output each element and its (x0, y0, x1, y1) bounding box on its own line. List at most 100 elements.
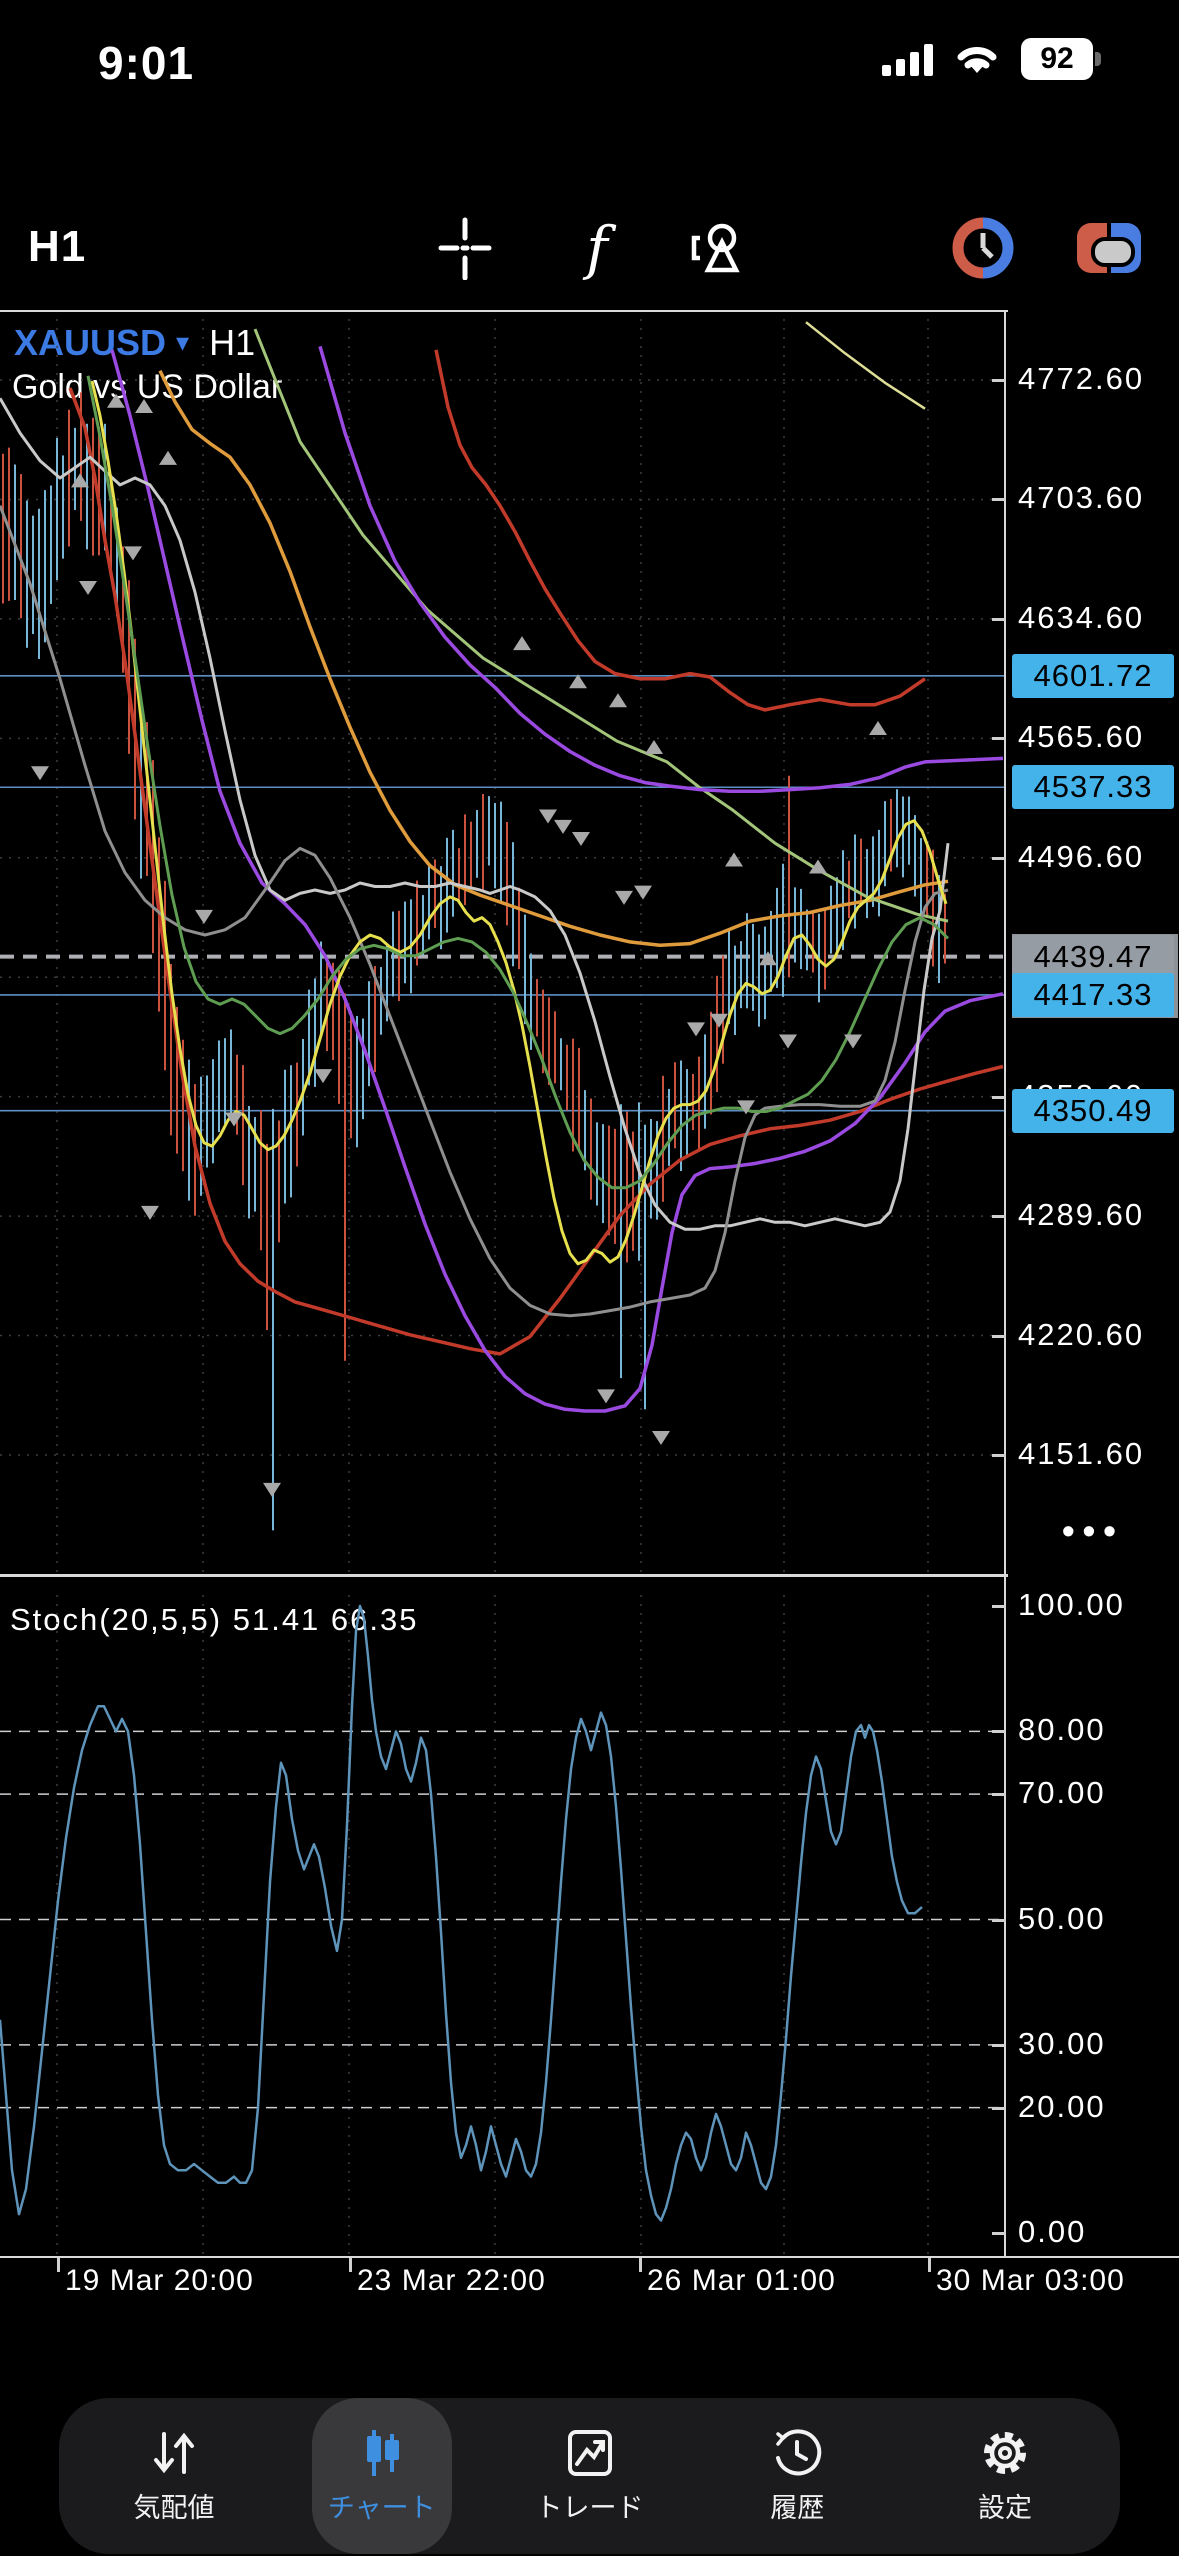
price-axis-tick (992, 737, 1006, 740)
price-axis-tick (992, 498, 1006, 501)
axis-more-dots[interactable]: ••• (1062, 1510, 1124, 1552)
time-axis-tick (57, 2258, 60, 2272)
bottom-tab-bar: 気配値 チャート トレード 履歴 (59, 2398, 1120, 2554)
chart-border-top (0, 310, 1008, 312)
price-axis-label: 4772.60 (1018, 361, 1144, 397)
tab-settings[interactable]: 設定 (920, 2398, 1090, 2554)
stoch-axis-label: 100.00 (1018, 1587, 1125, 1623)
settings-gear-icon (979, 2428, 1031, 2478)
wifi-icon (951, 39, 1003, 79)
stoch-axis-label: 80.00 (1018, 1712, 1106, 1748)
stoch-axis-tick (992, 2232, 1006, 2235)
clock: 9:01 (98, 36, 194, 90)
price-axis-label: 4565.60 (1018, 719, 1144, 755)
fractal-down-icon (779, 1035, 797, 1049)
stoch-axis-tick (992, 1793, 1006, 1796)
chart-region: 9:01 92 H1 f (0, 0, 1179, 2556)
status-bar: 9:01 92 (0, 28, 1179, 92)
stoch-axis-tick (992, 1919, 1006, 1922)
tab-quotes-label: 気配値 (134, 2486, 215, 2525)
trade-chart-icon (564, 2428, 616, 2478)
fractal-down-icon (554, 820, 572, 834)
indicator-line-ma-gray-b (0, 506, 948, 1316)
stoch-axis-tick (992, 2044, 1006, 2047)
tab-chart-label: チャート (328, 2486, 436, 2525)
indicator-line-ma-yellow-fast (92, 381, 946, 1264)
trade-panel-icon[interactable] (1075, 214, 1143, 282)
stoch-axis-label: 30.00 (1018, 2026, 1106, 2062)
time-axis-label: 30 Mar 03:00 (936, 2264, 1125, 2298)
fractal-up-icon (135, 399, 153, 413)
main-chart-canvas[interactable] (0, 310, 1006, 1575)
fractal-down-icon (597, 1389, 615, 1403)
indicator-line-band-pale-yellow-upper (806, 322, 925, 409)
stoch-axis-label: 20.00 (1018, 2089, 1106, 2125)
tab-history[interactable]: 履歴 (712, 2398, 882, 2554)
fractal-up-icon (159, 451, 177, 465)
time-axis-label: 19 Mar 20:00 (65, 2264, 254, 2298)
tab-settings-label: 設定 (978, 2486, 1032, 2525)
stochastic-line (0, 1606, 922, 2221)
stoch-axis-tick (992, 1730, 1006, 1733)
indicator-line-band-red-lower (70, 388, 1003, 1354)
stoch-axis-label: 70.00 (1018, 1775, 1106, 1811)
tab-trade[interactable]: トレード (505, 2398, 675, 2554)
fractal-down-icon (79, 581, 97, 595)
time-axis-tick (928, 2258, 931, 2272)
fractal-down-icon (141, 1206, 159, 1220)
stoch-axis-tick (992, 2107, 1006, 2110)
time-axis-label: 23 Mar 22:00 (357, 2264, 546, 2298)
fractal-down-icon (195, 910, 213, 924)
stoch-axis-tick (992, 1605, 1006, 1608)
stoch-axis-label: 0.00 (1018, 2214, 1086, 2250)
crosshair-icon[interactable] (431, 214, 499, 282)
indicator-line-ma-orange (160, 371, 948, 946)
price-chip-4601.72: 4601.72 (1012, 654, 1174, 698)
price-axis-label: 4289.60 (1018, 1197, 1144, 1233)
fractal-up-icon (513, 636, 531, 650)
tab-chart[interactable]: チャート (297, 2398, 467, 2554)
timeframe-button[interactable]: H1 (28, 222, 86, 272)
price-axis-tick (992, 379, 1006, 382)
fractal-up-icon (107, 394, 125, 408)
fractal-down-icon (634, 886, 652, 900)
fractal-up-icon (609, 693, 627, 707)
chart-toolbar: H1 f (0, 208, 1179, 288)
fractal-down-icon (615, 891, 633, 905)
indicators-icon[interactable]: f (563, 214, 631, 282)
chart-border-middle (0, 1574, 1008, 1577)
market-watch-clock-icon[interactable] (949, 214, 1017, 282)
price-axis-tick (992, 1335, 1006, 1338)
indicator-line-band-red-upper (436, 350, 925, 710)
fractal-down-icon (652, 1431, 670, 1445)
price-axis-tick (992, 857, 1006, 860)
time-axis-tick (639, 2258, 642, 2272)
stochastic-chart-canvas[interactable] (0, 1595, 1006, 2258)
fractal-down-icon (687, 1022, 705, 1036)
fractal-down-icon (31, 766, 49, 780)
price-axis-label: 4496.60 (1018, 839, 1144, 875)
tab-quotes[interactable]: 気配値 (89, 2398, 259, 2554)
fractal-up-icon (869, 721, 887, 735)
price-axis-tick (992, 618, 1006, 621)
tab-trade-label: トレード (536, 2486, 644, 2525)
stoch-axis-label: 50.00 (1018, 1901, 1106, 1937)
fractal-down-icon (314, 1069, 332, 1083)
indicator-line-ma-purple-lower (112, 350, 1003, 1411)
fractal-down-icon (124, 546, 142, 560)
objects-icon[interactable] (684, 214, 752, 282)
price-axis-tick (992, 1454, 1006, 1457)
time-axis-tick (349, 2258, 352, 2272)
indicator-line-ma-purple-upper (320, 346, 1003, 791)
price-axis-label: 4220.60 (1018, 1317, 1144, 1353)
quotes-arrows-icon (148, 2428, 200, 2478)
fractal-down-icon (263, 1483, 281, 1497)
time-axis-label: 26 Mar 01:00 (647, 2264, 836, 2298)
fractal-down-icon (572, 832, 590, 846)
price-axis-tick (992, 1096, 1006, 1099)
chart-border-bottom (0, 2256, 1179, 2258)
price-axis-border (1004, 310, 1006, 2258)
price-axis-label: 4634.60 (1018, 600, 1144, 636)
indicator-line-ma-green-slow (255, 329, 948, 921)
cellular-signal-icon (882, 42, 933, 76)
